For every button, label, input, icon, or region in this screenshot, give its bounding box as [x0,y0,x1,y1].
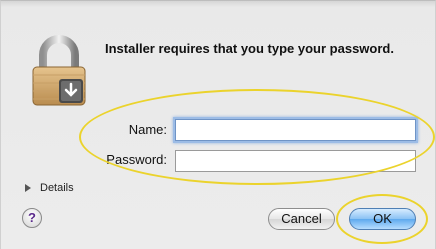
name-field[interactable] [175,119,416,141]
name-label: Name: [128,122,167,137]
authentication-dialog: Installer requires that you type your pa… [0,0,436,249]
password-field[interactable] [175,150,416,172]
ok-button[interactable]: OK [349,208,416,230]
lock-icon [32,35,86,106]
password-label: Password: [106,152,167,167]
details-label: Details [40,182,74,194]
details-disclosure[interactable]: Details [25,182,74,194]
cancel-button[interactable]: Cancel [268,208,335,230]
disclosure-triangle-icon[interactable] [25,184,31,192]
dialog-message: Installer requires that you type your pa… [105,41,394,56]
help-icon[interactable]: ? [22,208,42,228]
